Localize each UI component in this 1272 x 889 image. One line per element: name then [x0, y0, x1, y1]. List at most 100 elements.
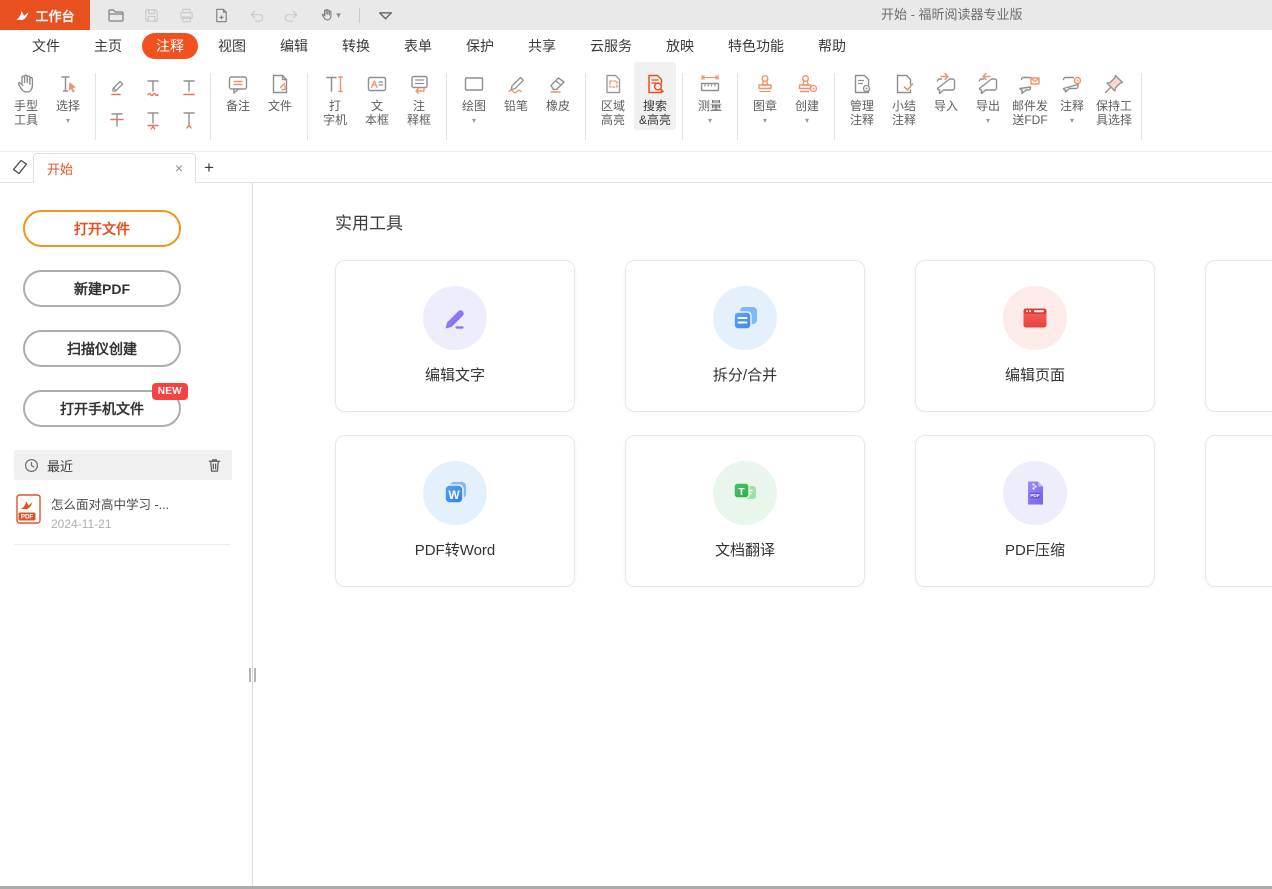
- note-label: 备注: [226, 100, 250, 114]
- measure-caret-icon: ▾: [708, 117, 712, 125]
- recent-file-date: 2024-11-21: [51, 517, 169, 531]
- print-icon[interactable]: [176, 5, 196, 25]
- document-tab-start[interactable]: 开始 ×: [33, 153, 196, 183]
- menu-item-view[interactable]: 视图: [204, 33, 260, 59]
- ribbon-divider: [95, 73, 96, 140]
- tool-card-edit-pages[interactable]: 编辑页面: [915, 260, 1155, 412]
- stamp-button[interactable]: 图章 ▾: [744, 62, 786, 128]
- menu-item-help[interactable]: 帮助: [804, 33, 860, 59]
- new-badge: NEW: [152, 383, 188, 400]
- recent-list-divider: [14, 544, 230, 545]
- typewriter-button[interactable]: 打 字机: [314, 62, 356, 130]
- tool-card-document-translate[interactable]: T 文档翻译: [625, 435, 865, 587]
- hand-tool-button[interactable]: 手型 工具: [5, 62, 47, 130]
- menu-item-home[interactable]: 主页: [80, 33, 136, 59]
- tab-bar-eraser-icon[interactable]: [9, 156, 31, 178]
- save-icon[interactable]: [141, 5, 161, 25]
- menu-item-present[interactable]: 放映: [652, 33, 708, 59]
- new-document-icon[interactable]: [211, 5, 231, 25]
- menu-item-comment[interactable]: 注释: [142, 33, 198, 59]
- keep-tool-selected-button[interactable]: 保持工 具选择: [1093, 62, 1135, 130]
- menu-item-features[interactable]: 特色功能: [714, 33, 798, 59]
- new-pdf-button[interactable]: 新建PDF: [23, 270, 181, 307]
- tool-card-partial[interactable]: [1205, 435, 1272, 587]
- export-comments-button[interactable]: 导出 ▾: [967, 62, 1009, 128]
- underline-text-icon[interactable]: [177, 75, 201, 99]
- ribbon-divider: [834, 73, 835, 140]
- insert-text-icon[interactable]: [177, 107, 201, 131]
- create-stamp-icon: [794, 71, 820, 97]
- ribbon-group-tools: 手型 工具 选择 ▾: [2, 62, 92, 151]
- drawing-button[interactable]: 绘图 ▾: [453, 62, 495, 128]
- file-attachment-button[interactable]: 文件: [259, 62, 301, 117]
- menu-item-file[interactable]: 文件: [18, 33, 74, 59]
- tool-card-label: 文档翻译: [715, 539, 775, 560]
- menu-item-edit[interactable]: 编辑: [266, 33, 322, 59]
- callout-button[interactable]: 注 释框: [398, 62, 440, 130]
- menu-item-cloud[interactable]: 云服务: [576, 33, 646, 59]
- email-fdf-button[interactable]: 邮件发 送FDF: [1009, 62, 1051, 130]
- ribbon-divider: [585, 73, 586, 140]
- import-comments-button[interactable]: 导入: [925, 62, 967, 117]
- eraser-button[interactable]: 橡皮: [537, 62, 579, 117]
- scanner-create-button[interactable]: 扫描仪创建: [23, 330, 181, 367]
- manage-comments-button[interactable]: 管理 注释: [841, 62, 883, 130]
- collapse-toolbar-icon[interactable]: [375, 5, 395, 25]
- area-highlight-button[interactable]: 区域 高亮: [592, 62, 634, 130]
- text-box-label: 文 本框: [365, 100, 389, 127]
- ribbon-divider: [446, 73, 447, 140]
- summary-comments-button[interactable]: 小结 注释: [883, 62, 925, 130]
- measure-button[interactable]: 测量 ▾: [689, 62, 731, 128]
- quick-access-toolbar: ▾: [106, 5, 395, 25]
- undo-icon[interactable]: [246, 5, 266, 25]
- ribbon-divider: [210, 73, 211, 140]
- workspace-button[interactable]: 工作台: [0, 0, 90, 30]
- pdf-to-word-icon: W: [423, 461, 487, 525]
- tool-card-pdf-compress[interactable]: PDF PDF压缩: [915, 435, 1155, 587]
- menu-item-share[interactable]: 共享: [514, 33, 570, 59]
- new-tab-button[interactable]: +: [204, 159, 214, 176]
- tab-close-icon[interactable]: ×: [173, 160, 185, 176]
- ribbon-group-text-markup: [99, 71, 207, 151]
- open-mobile-file-button[interactable]: 打开手机文件 NEW: [23, 390, 181, 427]
- pencil-button[interactable]: 铅笔: [495, 62, 537, 117]
- strikeout-text-icon[interactable]: [105, 107, 129, 131]
- text-box-button[interactable]: 文 本框: [356, 62, 398, 130]
- svg-text:PDF: PDF: [1030, 493, 1040, 499]
- scanner-create-label: 扫描仪创建: [67, 339, 137, 359]
- tool-card-label: PDF压缩: [1005, 539, 1065, 560]
- note-button[interactable]: 备注: [217, 62, 259, 117]
- tool-card-split-merge[interactable]: 拆分/合并: [625, 260, 865, 412]
- open-file-button[interactable]: 打开文件: [23, 210, 181, 247]
- open-mobile-file-label: 打开手机文件: [60, 399, 144, 419]
- menu-item-convert[interactable]: 转换: [328, 33, 384, 59]
- callout-icon: [406, 71, 432, 97]
- ribbon-group-measure: 测量 ▾: [686, 62, 734, 151]
- svg-text:W: W: [448, 488, 460, 502]
- menu-item-protect[interactable]: 保护: [452, 33, 508, 59]
- tool-card-partial[interactable]: [1205, 260, 1272, 412]
- title-bar: 工作台: [0, 0, 1272, 30]
- area-highlight-icon: [600, 71, 626, 97]
- hand-pointer-icon[interactable]: ▾: [316, 5, 344, 25]
- highlight-text-icon[interactable]: [105, 75, 129, 99]
- squiggly-underline-icon[interactable]: [141, 75, 165, 99]
- clear-recent-trash-icon[interactable]: [207, 457, 222, 473]
- tool-card-pdf-to-word[interactable]: W PDF转Word: [335, 435, 575, 587]
- ribbon-toolbar: 手型 工具 选择 ▾: [0, 62, 1272, 152]
- tool-card-edit-text[interactable]: 编辑文字: [335, 260, 575, 412]
- redo-icon[interactable]: [281, 5, 301, 25]
- typewriter-label: 打 字机: [323, 100, 347, 127]
- search-highlight-label: 搜索 &高亮: [639, 100, 671, 127]
- menu-item-form[interactable]: 表单: [390, 33, 446, 59]
- create-stamp-button[interactable]: 创建 ▾: [786, 62, 828, 128]
- stamp-icon: [752, 71, 778, 97]
- replace-text-icon[interactable]: [141, 107, 165, 131]
- comments-menu-button[interactable]: 注释 ▾: [1051, 62, 1093, 128]
- search-highlight-button[interactable]: 搜索 &高亮: [634, 62, 676, 130]
- open-folder-icon[interactable]: [106, 5, 126, 25]
- hand-tool-icon: [13, 71, 39, 97]
- recent-file-item[interactable]: PDF 怎么面对高中学习 -... 2024-11-21: [16, 494, 252, 531]
- select-tool-button[interactable]: 选择 ▾: [47, 62, 89, 128]
- sidebar-splitter-handle[interactable]: [249, 668, 256, 682]
